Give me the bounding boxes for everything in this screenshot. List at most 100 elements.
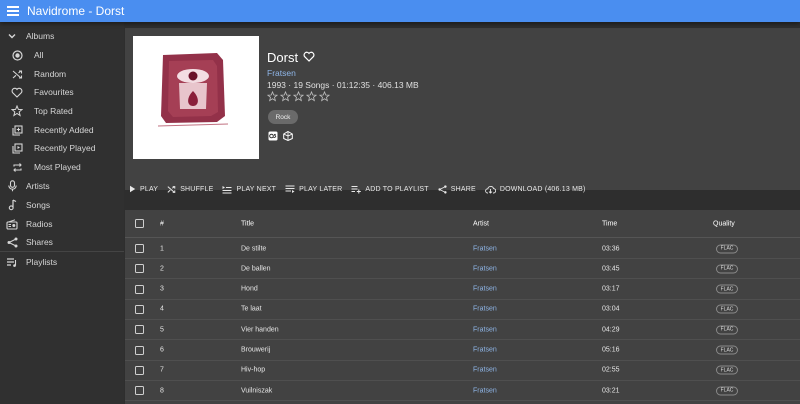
table-row[interactable]: 5 Vier handen Fratsen 04:29 FLAC xyxy=(125,320,800,341)
track-number: 6 xyxy=(160,346,164,354)
sidebar-item-top-rated[interactable]: Top Rated xyxy=(0,102,124,120)
column-header-quality: Quality xyxy=(713,220,735,227)
add-to-playlist-button[interactable]: ADD TO PLAYLIST xyxy=(351,185,429,194)
table-row[interactable]: 6 Brouwerij Fratsen 05:16 FLAC xyxy=(125,341,800,361)
play-later-button[interactable]: PLAY LATER xyxy=(285,185,342,194)
album-cover[interactable] xyxy=(133,36,259,159)
track-artist-link[interactable]: Fratsen xyxy=(473,286,497,293)
lastfm-icon[interactable] xyxy=(268,131,278,141)
track-artist-link[interactable]: Fratsen xyxy=(473,387,497,394)
play-button[interactable]: PLAY xyxy=(129,185,158,193)
row-checkbox[interactable] xyxy=(135,325,144,335)
track-time: 03:17 xyxy=(602,285,620,293)
row-checkbox[interactable] xyxy=(135,264,144,274)
sidebar: Albums All Random Favourites Top Rated R… xyxy=(0,22,124,404)
sidebar-item-artists[interactable]: Artists xyxy=(0,177,124,195)
sidebar-item-label: Songs xyxy=(26,200,51,210)
main-content: Dorst Fratsen 1993 · 19 Songs · 01:12:35… xyxy=(124,22,800,404)
star-icon[interactable] xyxy=(319,91,330,102)
table-row[interactable]: 7 Hiv-hop Fratsen 02:55 FLAC xyxy=(125,361,800,381)
library-add-icon xyxy=(10,124,24,136)
sidebar-item-shares[interactable]: Shares xyxy=(0,233,124,251)
track-artist-link[interactable]: Fratsen xyxy=(473,367,497,374)
table-header: # Title Artist Time Quality xyxy=(125,210,800,238)
row-checkbox[interactable] xyxy=(135,365,144,375)
track-title: Vier handen xyxy=(241,326,279,334)
column-header-artist[interactable]: Artist xyxy=(473,220,489,227)
row-checkbox[interactable] xyxy=(135,244,144,253)
track-title: De stilte xyxy=(241,245,267,252)
track-time: 03:04 xyxy=(602,305,620,313)
table-row[interactable]: 8 Vuilniszak Fratsen 03:21 FLAC xyxy=(125,381,800,402)
sidebar-item-recently-played[interactable]: Recently Played xyxy=(0,139,124,157)
sidebar-item-label: Most Played xyxy=(34,162,81,172)
album-details-card: Dorst Fratsen 1993 · 19 Songs · 01:12:35… xyxy=(125,28,800,190)
shuffle-icon xyxy=(10,68,24,80)
app-title: Navidrome - Dorst xyxy=(27,4,125,18)
album-actions-toolbar: PLAY SHUFFLE PLAY NEXT PLAY LATER ADD TO… xyxy=(129,182,595,196)
track-artist-link[interactable]: Fratsen xyxy=(473,347,497,354)
menu-icon[interactable] xyxy=(7,6,19,16)
sidebar-item-playlists[interactable]: Playlists xyxy=(0,253,124,271)
select-all-checkbox[interactable] xyxy=(135,219,144,228)
download-button-label: DOWNLOAD (406.13 MB) xyxy=(499,185,586,193)
sidebar-albums-label: Albums xyxy=(26,31,55,41)
track-artist-link[interactable]: Fratsen xyxy=(473,326,497,333)
rating-stars[interactable] xyxy=(267,91,330,102)
sidebar-item-label: Radios xyxy=(26,219,53,229)
sidebar-item-label: Top Rated xyxy=(34,106,73,116)
sidebar-item-songs[interactable]: Songs xyxy=(0,196,124,214)
download-button[interactable]: DOWNLOAD (406.13 MB) xyxy=(485,185,586,194)
sidebar-albums-toggle[interactable]: Albums xyxy=(0,27,124,45)
table-row[interactable]: 3 Hond Fratsen 03:17 FLAC xyxy=(125,280,800,300)
play-next-button[interactable]: PLAY NEXT xyxy=(222,185,276,194)
quality-badge: FLAC xyxy=(716,325,738,335)
sidebar-item-all[interactable]: All xyxy=(0,46,124,64)
row-checkbox[interactable] xyxy=(135,386,144,396)
track-artist-link[interactable]: Fratsen xyxy=(473,306,497,313)
shuffle-button-label: SHUFFLE xyxy=(180,185,214,193)
heart-icon[interactable] xyxy=(303,50,315,65)
row-checkbox[interactable] xyxy=(135,284,144,294)
quality-badge: FLAC xyxy=(716,244,738,253)
track-time: 03:36 xyxy=(602,245,620,252)
table-row[interactable]: 1 De stilte Fratsen 03:36 FLAC xyxy=(125,239,800,259)
track-artist-link[interactable]: Fratsen xyxy=(473,265,497,272)
track-number: 5 xyxy=(160,326,164,334)
star-icon[interactable] xyxy=(293,91,304,102)
shuffle-button[interactable]: SHUFFLE xyxy=(167,185,213,194)
sidebar-item-most-played[interactable]: Most Played xyxy=(0,158,124,176)
star-icon[interactable] xyxy=(306,91,317,102)
radio-dot-icon xyxy=(10,49,24,61)
column-header-time[interactable]: Time xyxy=(602,220,617,227)
share-button[interactable]: SHARE xyxy=(438,184,476,194)
row-checkbox[interactable] xyxy=(135,345,144,355)
track-time: 02:55 xyxy=(602,366,620,374)
star-icon xyxy=(10,105,24,117)
play-later-icon xyxy=(285,185,295,193)
sidebar-item-recently-added[interactable]: Recently Added xyxy=(0,121,124,139)
column-header-title[interactable]: Title xyxy=(241,220,254,227)
musicbrainz-icon[interactable] xyxy=(283,131,293,141)
play-icon xyxy=(130,185,136,193)
music-note-icon xyxy=(5,199,19,211)
star-icon[interactable] xyxy=(280,91,291,102)
track-title: Vuilniszak xyxy=(241,387,273,395)
table-row[interactable]: 4 Te laat Fratsen 03:04 FLAC xyxy=(125,300,800,320)
track-number: 8 xyxy=(160,387,164,395)
album-title-text: Dorst xyxy=(267,50,299,65)
star-icon[interactable] xyxy=(267,91,278,102)
table-row[interactable]: 2 De ballen Fratsen 03:45 FLAC xyxy=(125,259,800,280)
sidebar-item-favourites[interactable]: Favourites xyxy=(0,83,124,101)
genre-chip[interactable]: Rock xyxy=(268,110,298,124)
radio-icon xyxy=(5,218,19,230)
row-checkbox[interactable] xyxy=(135,304,144,314)
track-time: 05:16 xyxy=(602,346,620,354)
album-artist-link[interactable]: Fratsen xyxy=(267,68,296,78)
app-bar: Navidrome - Dorst xyxy=(0,0,800,22)
sidebar-item-radios[interactable]: Radios xyxy=(0,215,124,233)
shuffle-icon xyxy=(167,185,176,193)
track-title: Brouwerij xyxy=(241,346,271,354)
sidebar-item-random[interactable]: Random xyxy=(0,65,124,83)
track-artist-link[interactable]: Fratsen xyxy=(473,245,497,252)
